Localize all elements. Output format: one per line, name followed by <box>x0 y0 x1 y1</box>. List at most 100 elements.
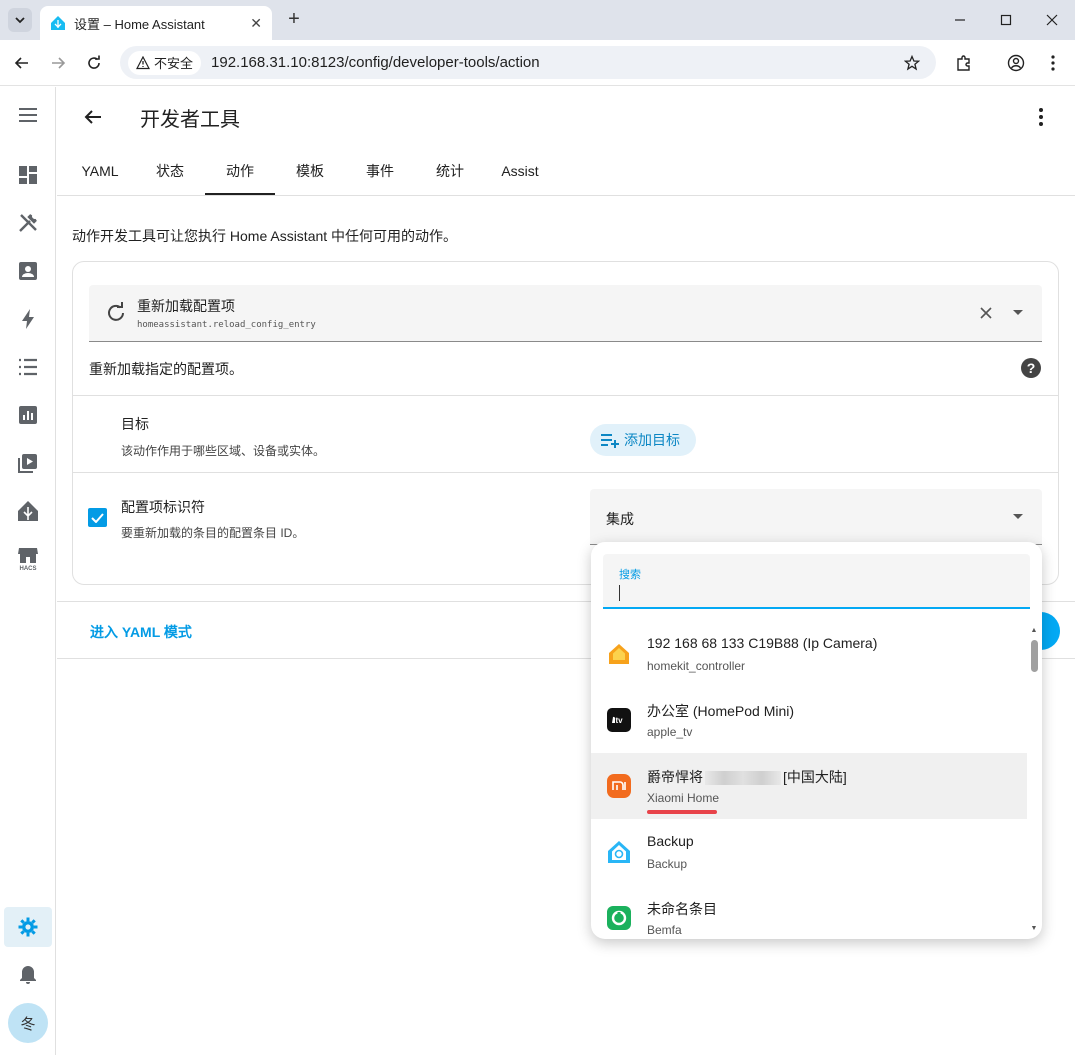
warning-icon <box>136 55 150 69</box>
maximize-icon[interactable] <box>994 8 1018 32</box>
bemfa-icon <box>607 906 631 930</box>
security-label: 不安全 <box>154 56 194 71</box>
back-arrow-icon[interactable] <box>10 51 34 75</box>
yaml-mode-link[interactable]: 进入 YAML 模式 <box>90 622 192 642</box>
browser-tabstrip: 设置 – Home Assistant ✕ + <box>0 0 1075 40</box>
list-item[interactable]: 爵帝悍将 [中国大陆] Xiaomi Home <box>591 753 1027 819</box>
tab-template[interactable]: 模板 <box>275 147 345 195</box>
target-subtitle: 该动作作用于哪些区域、设备或实体。 <box>121 444 326 458</box>
item-subtitle: Xiaomi Home <box>647 791 720 805</box>
back-arrow-icon[interactable] <box>79 103 107 131</box>
dev-tools-tabs: YAML 状态 动作 模板 事件 统计 Assist <box>65 147 555 195</box>
bookmark-star-icon[interactable] <box>900 51 924 75</box>
redacted-block <box>705 771 781 786</box>
entry-checkbox[interactable] <box>88 508 107 527</box>
dropdown-arrow-icon <box>1008 507 1028 527</box>
action-id: homeassistant.reload_config_entry <box>137 320 316 330</box>
history-icon[interactable] <box>4 395 52 435</box>
homekit-icon <box>607 642 631 666</box>
extensions-icon[interactable] <box>952 51 976 75</box>
item-subtitle: Backup <box>647 857 688 871</box>
backup-icon <box>607 840 631 864</box>
url-text[interactable]: 192.168.31.10:8123/config/developer-tool… <box>211 54 900 71</box>
home-assistant-favicon-icon <box>51 16 65 30</box>
hacs-icon[interactable]: HACS <box>4 539 52 579</box>
home-assistant-icon[interactable] <box>4 491 52 531</box>
action-name: 重新加载配置项 <box>137 298 235 314</box>
settings-gear-icon[interactable] <box>4 907 52 947</box>
item-title: Backup <box>647 833 694 849</box>
tab-states[interactable]: 状态 <box>135 147 205 195</box>
browser-menu-icon[interactable] <box>1041 51 1065 75</box>
scroll-up-icon[interactable]: ▲ <box>1030 626 1038 634</box>
list-item[interactable]: tv 办公室 (HomePod Mini) apple_tv <box>591 687 1027 753</box>
item-title: 爵帝悍将 [中国大陆] <box>647 767 847 787</box>
reload-icon <box>108 302 124 321</box>
item-subtitle: apple_tv <box>647 725 693 739</box>
svg-text:HACS: HACS <box>19 566 36 572</box>
chevron-down-icon <box>15 17 25 24</box>
item-title: 192 168 68 133 C19B88 (Ip Camera) <box>647 635 878 651</box>
tab-search-button[interactable] <box>8 8 32 32</box>
scroll-down-icon[interactable]: ▼ <box>1030 924 1038 932</box>
action-picker[interactable]: 重新加载配置项 homeassistant.reload_config_entr… <box>89 285 1042 342</box>
tab-events[interactable]: 事件 <box>345 147 415 195</box>
tab-yaml[interactable]: YAML <box>65 147 135 195</box>
overflow-menu-icon[interactable] <box>1029 103 1053 131</box>
close-window-icon[interactable] <box>1040 8 1064 32</box>
profile-icon[interactable] <box>1004 51 1028 75</box>
list-item[interactable]: 192 168 68 133 C19B88 (Ip Camera) homeki… <box>591 621 1027 687</box>
list-item[interactable]: 未命名条目 Bemfa <box>591 885 1027 939</box>
browser-toolbar: 不安全 192.168.31.10:8123/config/developer-… <box>0 40 1075 86</box>
address-bar[interactable]: 不安全 192.168.31.10:8123/config/developer-… <box>120 46 936 79</box>
item-title-part: 爵帝悍将 <box>647 769 703 785</box>
clear-icon[interactable] <box>976 303 996 323</box>
add-target-label: 添加目标 <box>624 432 680 448</box>
new-tab-button[interactable]: + <box>283 8 305 30</box>
search-field[interactable]: 搜索 <box>603 554 1030 609</box>
integration-select[interactable]: 集成 <box>590 489 1042 545</box>
tab-actions[interactable]: 动作 <box>205 147 275 195</box>
item-title: 办公室 (HomePod Mini) <box>647 703 795 719</box>
apple-tv-icon: tv <box>607 708 631 732</box>
tab-assist[interactable]: Assist <box>485 147 555 195</box>
avatar[interactable]: 冬 <box>8 1003 48 1043</box>
browser-tab[interactable]: 设置 – Home Assistant ✕ <box>40 6 272 40</box>
svg-text:?: ? <box>1027 360 1036 376</box>
search-input[interactable] <box>619 584 1009 602</box>
ha-sidebar: HACS 冬 <box>0 87 56 1055</box>
entry-subtitle: 要重新加载的条目的配置条目 ID。 <box>121 526 305 540</box>
notifications-bell-icon[interactable] <box>4 955 52 995</box>
list-item[interactable]: Backup Backup <box>591 819 1027 885</box>
item-title-part: [中国大陆] <box>783 769 847 785</box>
media-icon[interactable] <box>4 443 52 483</box>
reload-icon[interactable] <box>82 51 106 75</box>
checkmark-icon <box>91 512 104 523</box>
annotation-underline <box>647 810 717 814</box>
tab-title: 设置 – Home Assistant <box>74 16 205 32</box>
tab-statistics[interactable]: 统计 <box>415 147 485 195</box>
menu-icon[interactable] <box>4 95 52 135</box>
energy-icon[interactable] <box>4 299 52 339</box>
logbook-icon[interactable] <box>4 347 52 387</box>
scroll-thumb[interactable] <box>1031 640 1038 672</box>
help-icon[interactable]: ? <box>1020 357 1042 379</box>
action-description: 重新加载指定的配置项。 <box>89 361 243 377</box>
select-value: 集成 <box>606 511 634 527</box>
entry-title: 配置项标识符 <box>121 499 205 515</box>
dropdown-scrollbar[interactable]: ▲ ▼ <box>1030 624 1038 932</box>
search-label: 搜索 <box>619 569 641 581</box>
minimize-icon[interactable] <box>948 8 972 32</box>
dropdown-arrow-icon[interactable] <box>1008 303 1028 323</box>
add-target-button[interactable]: 添加目标 <box>590 424 696 456</box>
person-icon[interactable] <box>4 251 52 291</box>
security-chip[interactable]: 不安全 <box>128 50 202 75</box>
add-list-icon <box>601 434 619 448</box>
tools-icon[interactable] <box>4 203 52 243</box>
action-card: 重新加载配置项 homeassistant.reload_config_entr… <box>72 261 1059 585</box>
dashboard-icon[interactable] <box>4 155 52 195</box>
close-tab-icon[interactable]: ✕ <box>250 15 262 32</box>
target-title: 目标 <box>121 416 149 432</box>
forward-arrow-icon[interactable] <box>46 51 70 75</box>
text-caret <box>619 585 620 601</box>
